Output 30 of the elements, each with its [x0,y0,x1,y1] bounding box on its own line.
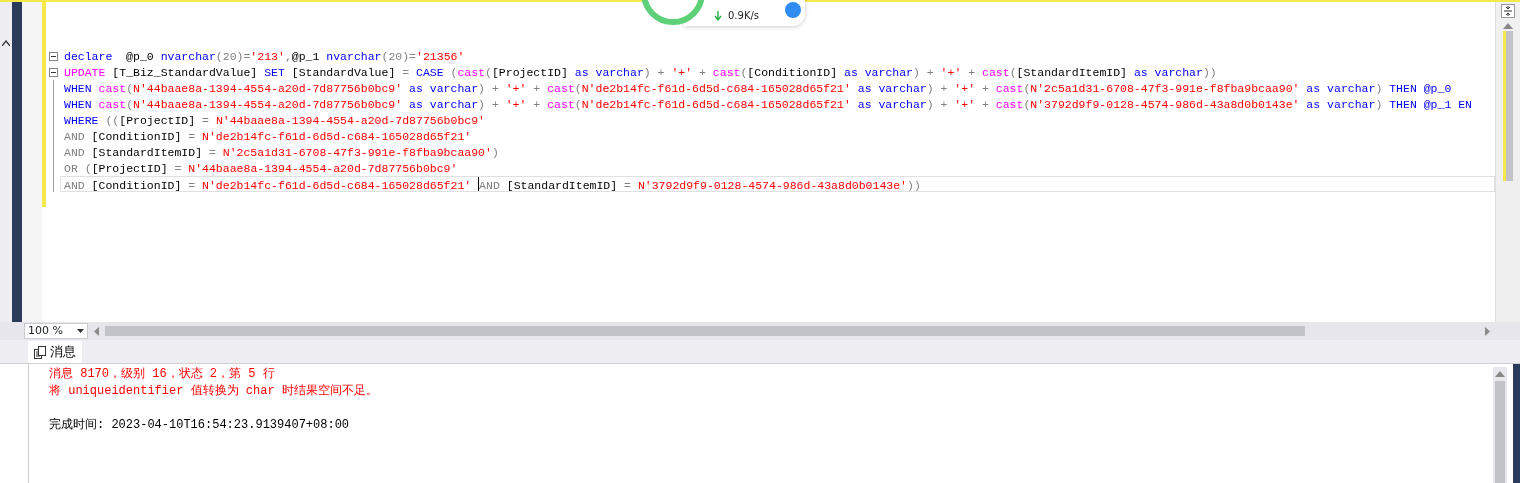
collapse-icon[interactable] [48,67,58,77]
code-line: WHEN cast(N'44baae8a-1394-4554-a20d-7d87756b0bc9' as varchar) + '+' + cast(N'de2b14fc-f61d-6d5d-c684-165028d65f21' as varchar) + '+' + cast(N'3792d9f9-0128-4574-986d-43a8d0b0143e' as varchar) THEN @p_1 EN [64,98,1473,111]
text-cursor [478,177,480,191]
download-arrow-icon [714,11,722,21]
error-message: 消息 8170，级别 16，状态 2，第 5 行 [49,366,276,383]
scrollbar-thumb[interactable] [1503,31,1513,181]
collapse-icon[interactable] [48,51,58,61]
messages-tab[interactable]: 消息 [28,341,82,363]
scroll-up-icon[interactable] [2,40,10,46]
code-line: UPDATE [T_Biz_StandardValue] SET [StandardValue] = CASE (cast([ProjectID] as varchar) + '+' + cast([ConditionID] as varchar) + '+' + cast([StandardItemID] as varchar)) [64,66,1217,79]
completion-time: 完成时间: 2023-04-10T16:54:23.9139407+08:00 [49,417,351,434]
zoom-dropdown[interactable]: 100 % [24,323,88,339]
scroll-right-icon[interactable] [1485,326,1490,336]
code-line: OR ([ProjectID] = N'44baae8a-1394-4554-a20d-7d87756b0bc9' [64,162,458,175]
code-line: AND [ConditionID] = N'de2b14fc-f61d-6d5d-c684-165028d65f21' [64,179,473,192]
code-line: WHERE (([ProjectID] = N'44baae8a-1394-4554-a20d-7d87756b0bc9' [64,114,486,127]
scrollbar-thumb[interactable] [105,326,1305,336]
caret-icon[interactable] [77,329,84,333]
code-line: AND [StandardItemID] = N'3792d9f9-0128-4574-986d-43a8d0b0143e')) [479,179,921,192]
code-line: declare @p_0 nvarchar(20)='213',@p_1 nvarchar(20)='21356' [64,50,465,63]
split-icon[interactable] [1501,4,1515,18]
code-line: AND [StandardItemID] = N'2c5a1d31-6708-47f3-991e-f8fba9bcaa90') [64,146,499,159]
code-line: WHEN cast(N'44baae8a-1394-4554-a20d-7d87756b0bc9' as varchar) + '+' + cast(N'de2b14fc-f61d-6d5d-c684-165028d65f21' as varchar) + '+' + cast(N'2c5a1d31-6708-47f3-991e-f8fba9bcaa90' as varchar) THEN @p_0 [64,82,1452,95]
error-message: 将 uniqueidentifier 值转换为 char 时结果空间不足。 [49,383,379,400]
code-line: AND [ConditionID] = N'de2b14fc-f61d-6d5d-c684-165028d65f21' [64,130,472,143]
scroll-left-icon[interactable] [94,326,99,336]
status-dot-icon [785,2,802,18]
messages-icon [34,345,46,359]
network-speed: 0.9K/s [728,9,760,23]
scrollbar-thumb[interactable] [1495,381,1505,483]
